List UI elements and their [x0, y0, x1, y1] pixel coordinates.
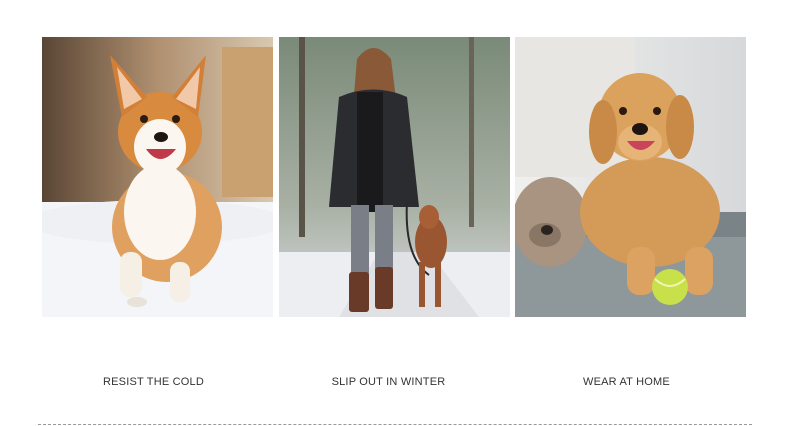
golden-retriever-home-photo	[515, 37, 746, 317]
caption-wear-at-home: WEAR AT HOME	[583, 376, 670, 388]
corgi-in-snow-photo	[42, 37, 273, 317]
caption-resist-the-cold: RESIST THE COLD	[102, 376, 204, 388]
caption-slip-out-in-winter: SLIP OUT IN WINTER	[331, 376, 446, 388]
woman-walking-dog-photo	[279, 37, 510, 317]
dashed-divider	[38, 424, 752, 425]
